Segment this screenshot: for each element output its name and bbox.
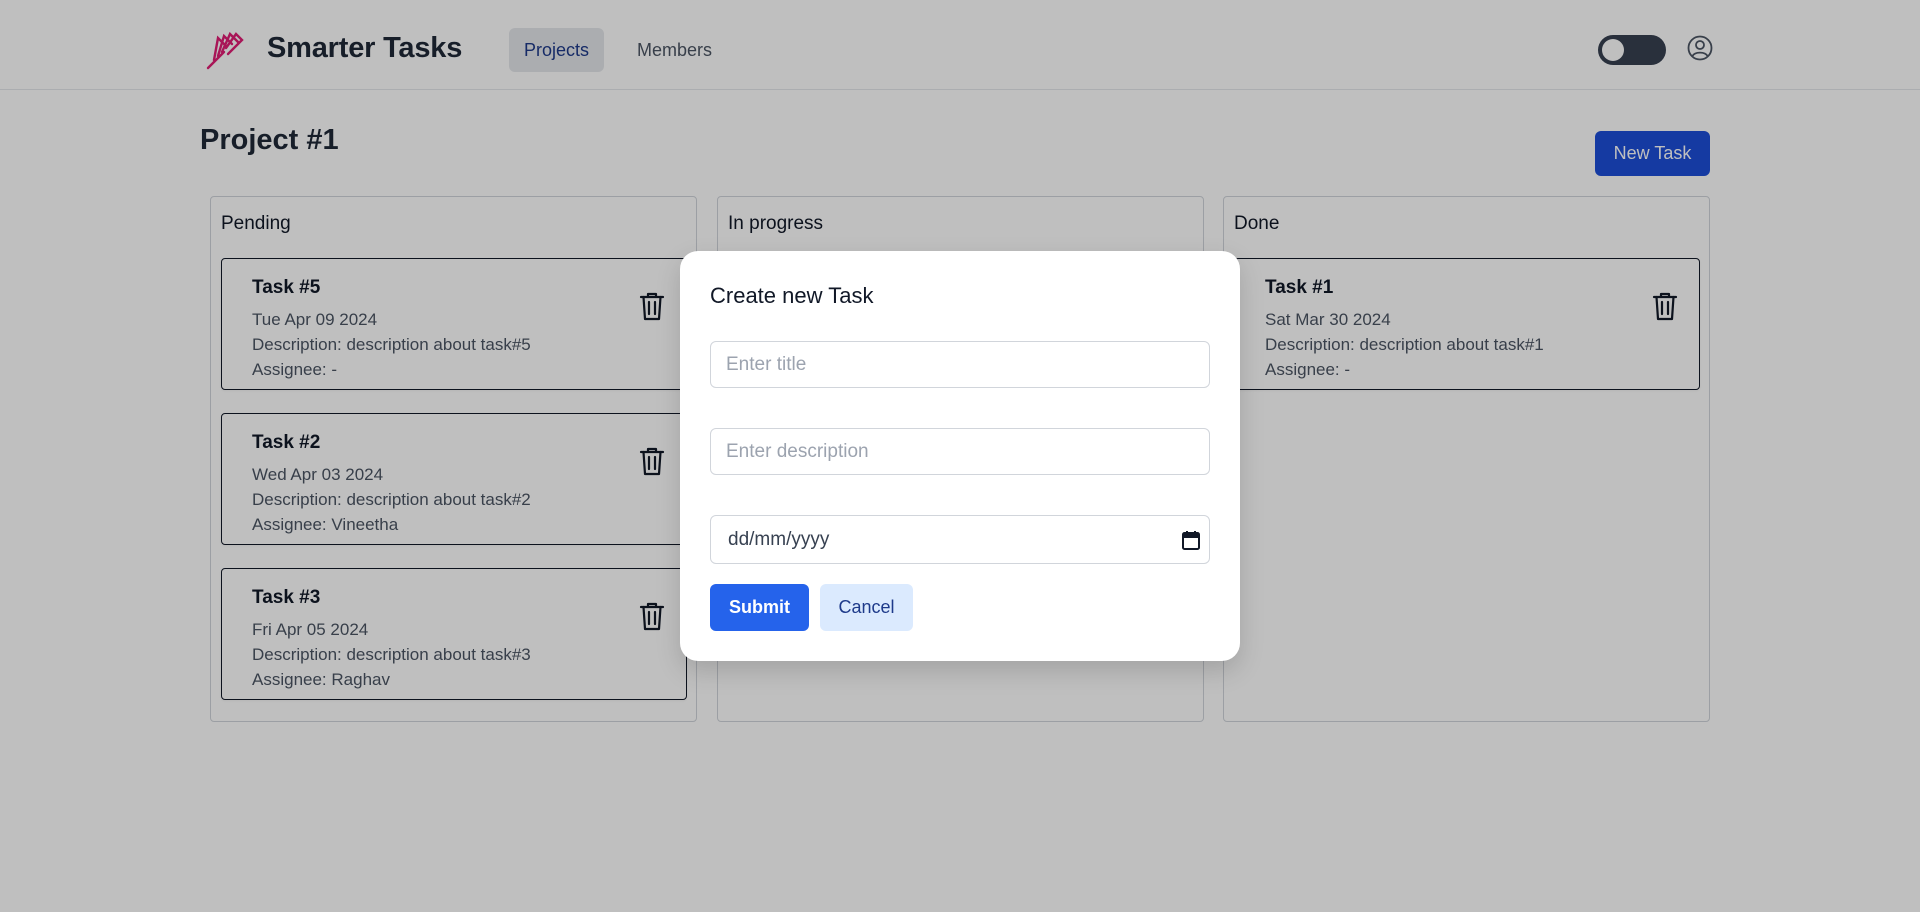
calendar-icon[interactable]	[1182, 530, 1200, 550]
dialog-title: Create new Task	[710, 283, 874, 308]
due-date-input[interactable]: dd/mm/yyyy	[710, 515, 1210, 564]
create-task-dialog: Create new Task dd/mm/yyyy Submit Cancel	[680, 251, 1240, 661]
date-placeholder: dd/mm/yyyy	[728, 529, 830, 550]
submit-button[interactable]: Submit	[710, 584, 809, 631]
cancel-button[interactable]: Cancel	[820, 584, 913, 631]
title-input[interactable]	[710, 341, 1210, 388]
description-input[interactable]	[710, 428, 1210, 475]
